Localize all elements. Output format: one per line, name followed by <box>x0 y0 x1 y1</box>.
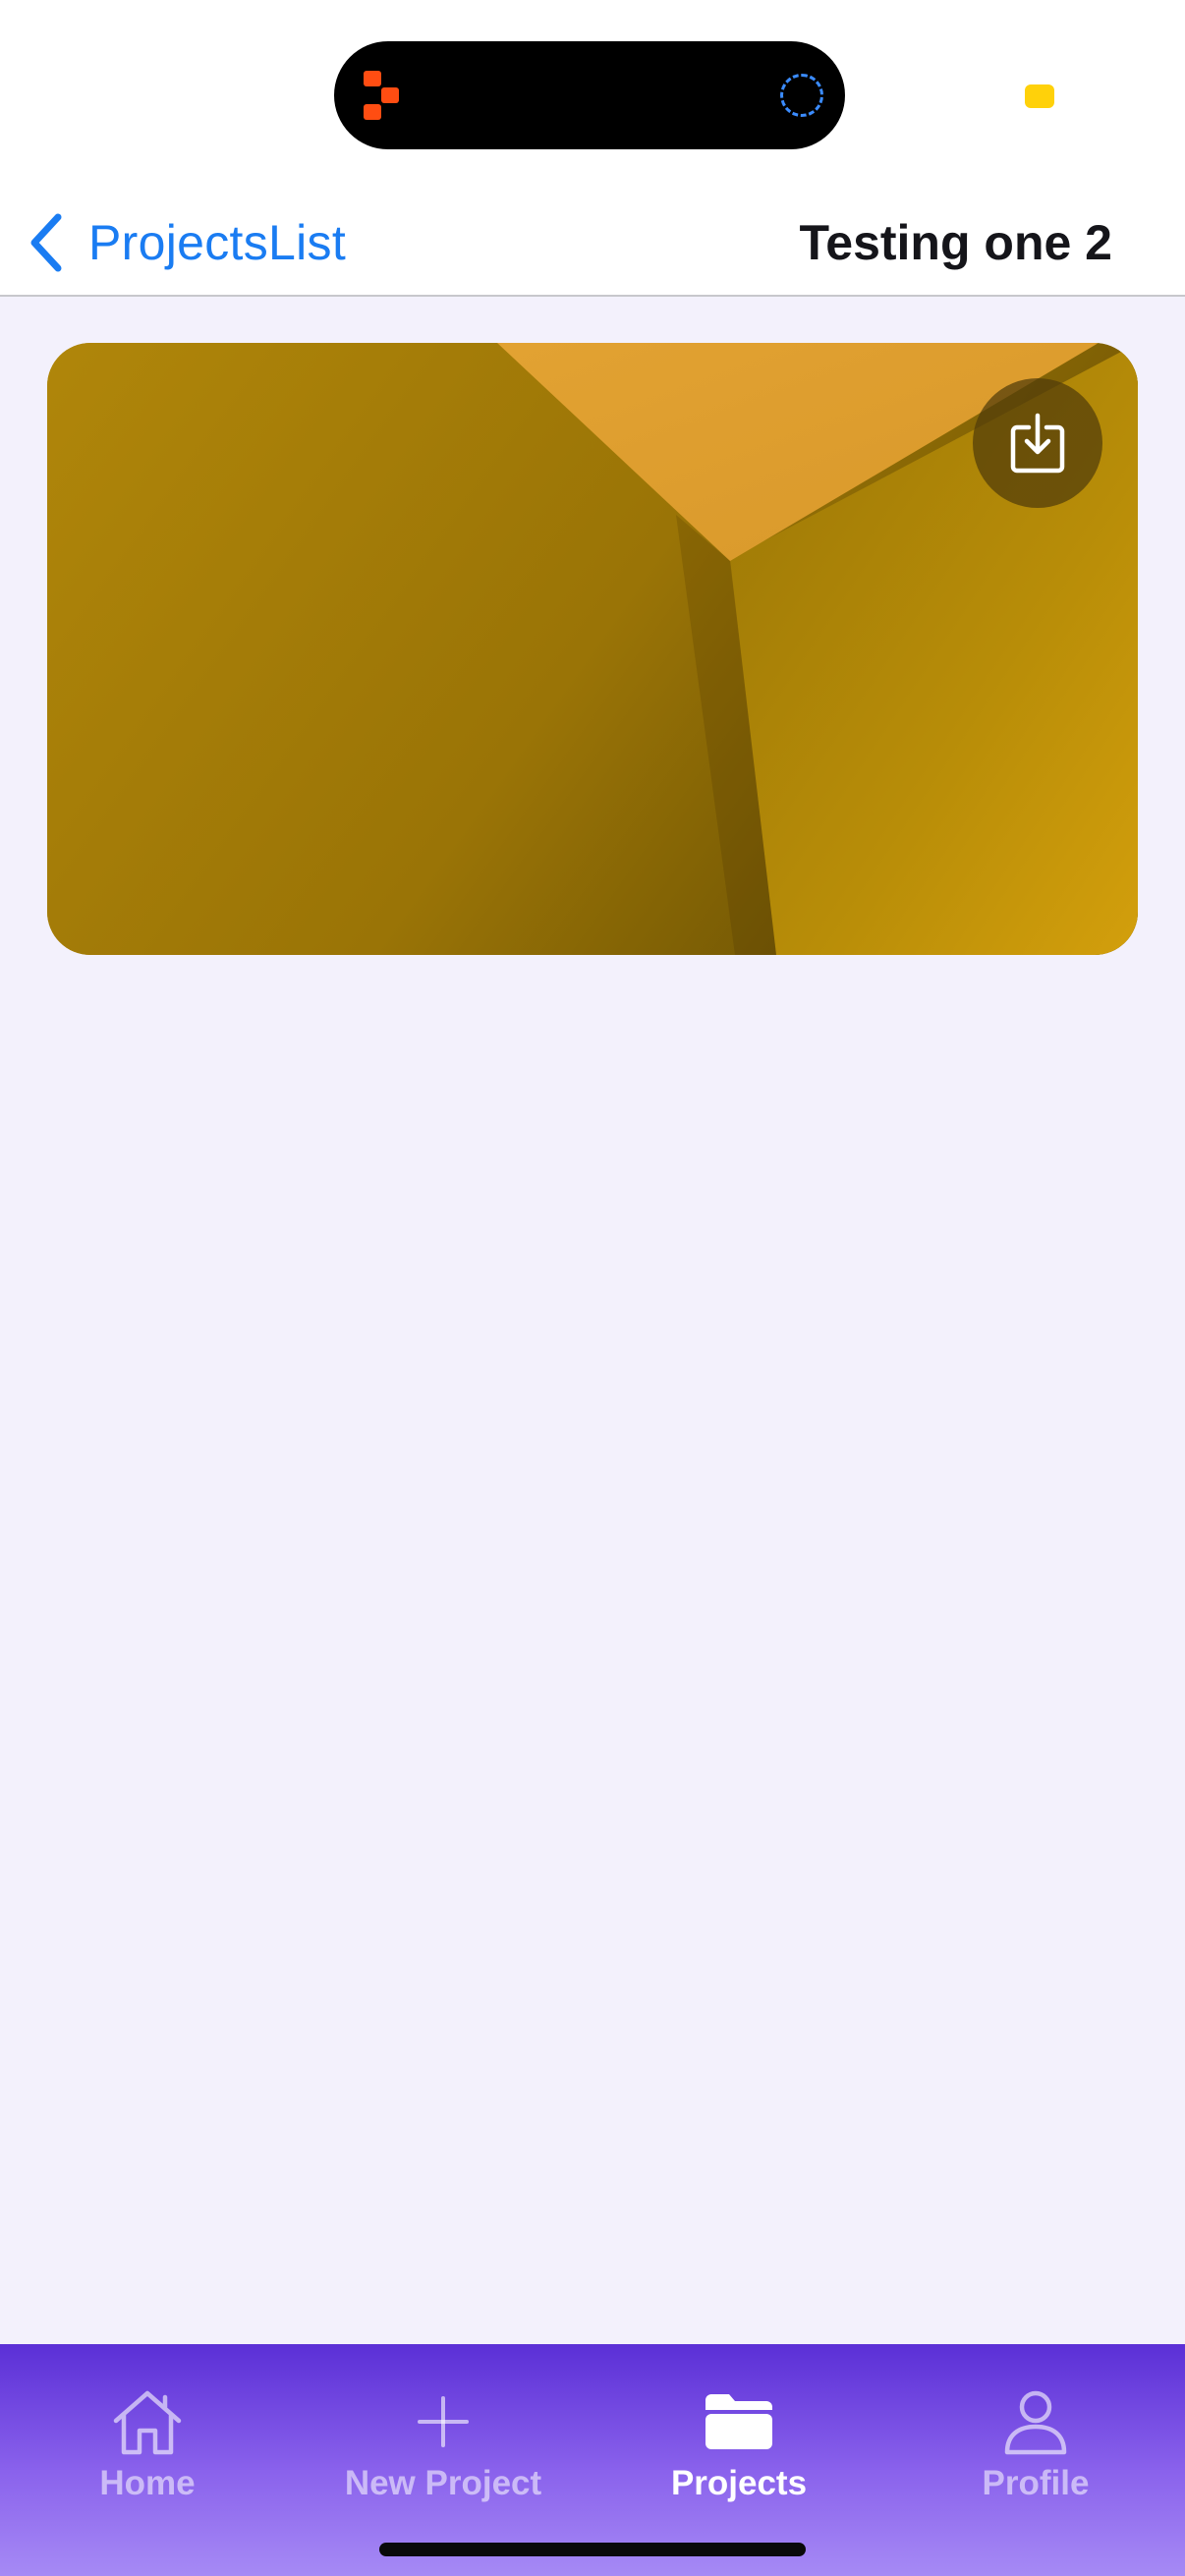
project-image[interactable] <box>47 343 1138 955</box>
tab-projects[interactable]: Projects <box>592 2385 886 2513</box>
back-button[interactable]: ProjectsList <box>22 198 346 287</box>
navigation-bar: ProjectsList Testing one 2 <box>0 187 1185 297</box>
download-button[interactable] <box>973 378 1102 508</box>
house-icon <box>108 2385 187 2458</box>
person-icon <box>996 2385 1075 2458</box>
tab-profile-label: Profile <box>982 2464 1090 2502</box>
tab-new-project[interactable]: New Project <box>296 2385 591 2513</box>
home-indicator[interactable] <box>379 2543 806 2556</box>
back-button-label: ProjectsList <box>88 215 347 270</box>
tab-home-label: Home <box>99 2464 196 2502</box>
page-title: Testing one 2 <box>799 215 1112 270</box>
folder-icon <box>700 2385 778 2458</box>
tab-projects-label: Projects <box>670 2464 808 2502</box>
status-bar <box>0 0 1185 187</box>
dynamic-island <box>334 41 845 149</box>
loading-spinner-icon <box>780 74 823 117</box>
status-indicator-icon <box>1025 84 1054 108</box>
project-detail-screen: ProjectsList Testing one 2 Home New Proj… <box>0 0 1185 2576</box>
app-activity-icon <box>364 71 405 122</box>
tab-home[interactable]: Home <box>0 2385 295 2513</box>
chevron-left-icon <box>22 213 71 272</box>
download-icon <box>1009 412 1066 475</box>
plus-icon <box>404 2385 482 2458</box>
tab-bar: Home New Project Projects Profile <box>0 2344 1185 2576</box>
tab-new-project-label: New Project <box>344 2464 542 2502</box>
tab-profile[interactable]: Profile <box>888 2385 1183 2513</box>
